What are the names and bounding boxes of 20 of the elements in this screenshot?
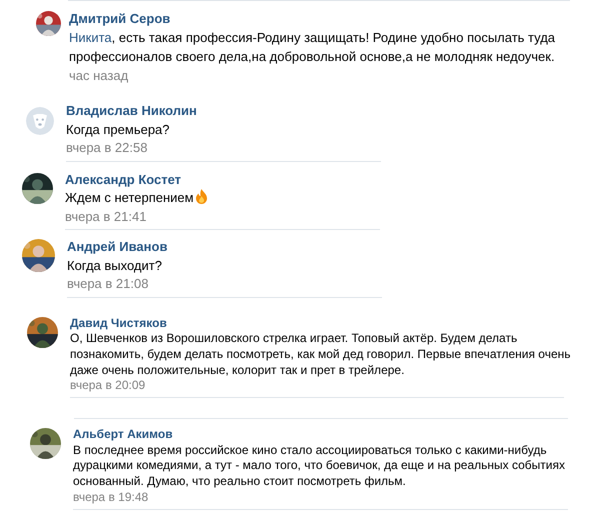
author-name[interactable]: Владислав Николин bbox=[66, 102, 197, 120]
comment-text: Ждем с нетерпением bbox=[65, 189, 385, 208]
author-name[interactable]: Андрей Иванов bbox=[67, 238, 168, 256]
author-name[interactable]: Альберт Акимов bbox=[73, 427, 173, 443]
comment-time[interactable]: вчера в 21:08 bbox=[67, 275, 148, 294]
comment-text: Когда премьера? bbox=[66, 120, 171, 139]
comment-text: О, Шевченков из Ворошиловского стрелка играет. Топовый актёр. Будем делать познакомить, будем делать посмотреть, как мой дед говорил. Первые впечатления очень даже очень положительные, колорит так и прет в трейлере. bbox=[70, 331, 572, 378]
author-name[interactable]: Александр Костет bbox=[65, 170, 182, 189]
comment-time[interactable]: вчера в 19:48 bbox=[73, 490, 148, 506]
comment-time[interactable]: час назад bbox=[69, 66, 128, 85]
author-name[interactable]: Дмитрий Серов bbox=[69, 9, 170, 28]
author-name[interactable]: Давид Чистяков bbox=[70, 316, 167, 332]
comment-text: Никита, есть такая профессия-Родину защищать! Родине удобно посылать туда профессионалов своего дела,на добровольной основе,а не молодняк недоучек. bbox=[69, 29, 556, 66]
comment-time[interactable]: вчера в 20:09 bbox=[70, 378, 146, 394]
comment-time[interactable]: вчера в 21:41 bbox=[65, 208, 146, 226]
comment-time[interactable]: вчера в 22:58 bbox=[66, 139, 148, 158]
mention-link[interactable]: Никита bbox=[69, 30, 112, 45]
comment-text: Когда выходит? bbox=[67, 256, 163, 275]
flame-icon bbox=[194, 189, 208, 204]
comment-text: В последнее время российское кино стало ассоциироваться только с какими-нибудь дурацкими комедиями, а тут - мало того, что боевичок, да еще и на реальных событиях основанный. Думаю, что реально стоит посмотреть фильм. bbox=[73, 442, 566, 490]
